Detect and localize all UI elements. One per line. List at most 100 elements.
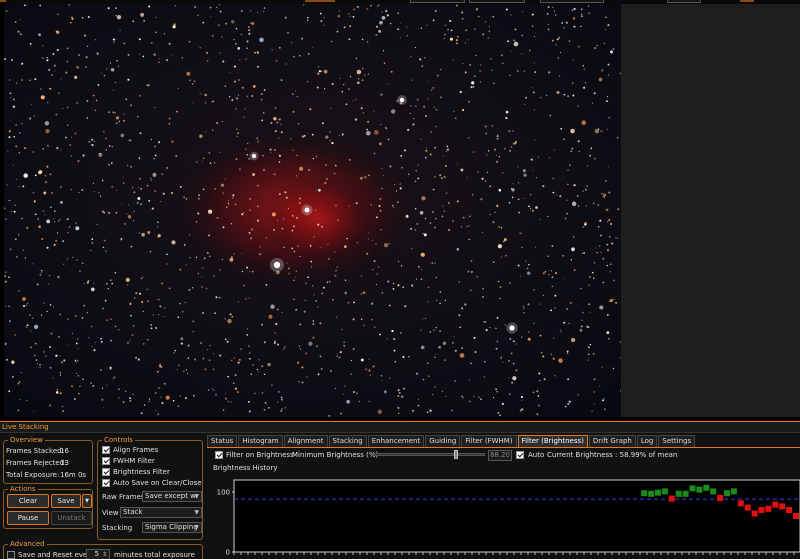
tab-enhancement[interactable]: Enhancement: [367, 435, 425, 447]
star: [424, 156, 427, 159]
star: [413, 117, 415, 120]
save-button[interactable]: Save: [51, 494, 81, 508]
star: [552, 357, 555, 360]
star: [108, 163, 110, 166]
star: [383, 242, 389, 248]
star: [277, 401, 279, 403]
star: [567, 169, 569, 172]
tab-drift-graph[interactable]: Drift Graph: [588, 435, 636, 447]
filter-on-brightness-checkbox[interactable]: [215, 451, 223, 459]
tab-alignment[interactable]: Alignment: [283, 435, 328, 447]
unstack-button[interactable]: Unstack: [51, 511, 92, 525]
tab-settings[interactable]: Settings: [658, 435, 696, 447]
star: [269, 148, 272, 151]
star: [94, 39, 97, 41]
star: [267, 362, 271, 367]
star: [175, 155, 178, 158]
tab-filter-fwhm[interactable]: Filter (FWHM): [461, 435, 517, 447]
fwhm-filter-checkbox[interactable]: [102, 457, 110, 465]
star: [49, 87, 52, 90]
star: [591, 271, 594, 274]
star: [47, 144, 49, 147]
star: [142, 310, 144, 313]
star: [59, 200, 64, 204]
star: [537, 395, 540, 397]
star: [218, 296, 221, 299]
auto-save-checkbox[interactable]: [102, 479, 110, 487]
star: [602, 281, 605, 284]
stacking-select[interactable]: Sigma Clipping ▼: [142, 522, 202, 533]
star: [430, 131, 432, 133]
star: [177, 87, 179, 89]
star: [580, 288, 582, 290]
star: [43, 191, 47, 195]
image-viewer[interactable]: [4, 4, 621, 417]
star: [157, 413, 159, 416]
tab-log[interactable]: Log: [636, 435, 658, 447]
star: [18, 381, 21, 383]
star: [480, 64, 482, 66]
star: [9, 248, 12, 251]
star: [310, 260, 313, 263]
star: [484, 361, 486, 363]
view-select[interactable]: Stack ▼: [120, 507, 202, 518]
star: [386, 14, 389, 17]
tab-status[interactable]: Status: [207, 435, 238, 447]
star: [104, 299, 107, 302]
star: [216, 216, 219, 219]
star: [316, 300, 318, 302]
star: [87, 279, 90, 282]
star: [391, 204, 394, 207]
star: [415, 47, 417, 49]
star: [235, 108, 237, 110]
star: [154, 106, 156, 109]
save-reset-stepper[interactable]: 5 ⇕: [86, 549, 110, 559]
star: [576, 195, 579, 197]
star: [49, 173, 52, 176]
rejected-point: [758, 507, 765, 513]
star: [13, 98, 15, 101]
star: [400, 395, 404, 399]
align-frames-checkbox[interactable]: [102, 446, 110, 454]
star: [501, 402, 505, 406]
raw-frames-select[interactable]: Save except w ▼: [142, 491, 202, 502]
star: [539, 218, 542, 221]
save-reset-checkbox[interactable]: [7, 551, 15, 559]
toolbar-control[interactable]: [410, 0, 465, 3]
star: [397, 284, 400, 287]
star: [454, 380, 456, 382]
star: [326, 281, 329, 284]
save-dropdown-button[interactable]: ▼: [82, 494, 92, 508]
tab-guiding[interactable]: Guiding: [425, 435, 461, 447]
star: [605, 208, 609, 212]
toolbar-control[interactable]: [540, 0, 604, 3]
bright-star: [273, 261, 281, 269]
min-brightness-input[interactable]: 88.20: [488, 450, 512, 461]
slider-thumb[interactable]: [454, 450, 458, 459]
star: [95, 99, 98, 102]
clear-button[interactable]: Clear: [7, 494, 49, 508]
tab-histogram[interactable]: Histogram: [238, 435, 283, 447]
star: [285, 63, 287, 65]
tab-filter-brightness[interactable]: Filter (Brightness): [517, 435, 588, 447]
star: [312, 285, 314, 287]
star: [14, 204, 16, 206]
toolbar-control[interactable]: [667, 0, 701, 3]
star: [445, 150, 447, 152]
star: [570, 337, 576, 343]
toolbar-control[interactable]: [469, 0, 525, 3]
star: [554, 375, 556, 377]
auto-checkbox[interactable]: [516, 451, 524, 459]
star: [9, 92, 12, 95]
min-brightness-slider[interactable]: [373, 450, 485, 459]
tab-stacking[interactable]: Stacking: [328, 435, 367, 447]
star: [17, 409, 20, 412]
star: [609, 298, 613, 303]
star: [482, 33, 485, 36]
pause-button[interactable]: Pause: [7, 511, 49, 525]
star: [29, 329, 31, 331]
star: [461, 11, 464, 14]
star: [307, 16, 309, 19]
star: [81, 262, 84, 265]
brightness-filter-checkbox[interactable]: [102, 468, 110, 476]
